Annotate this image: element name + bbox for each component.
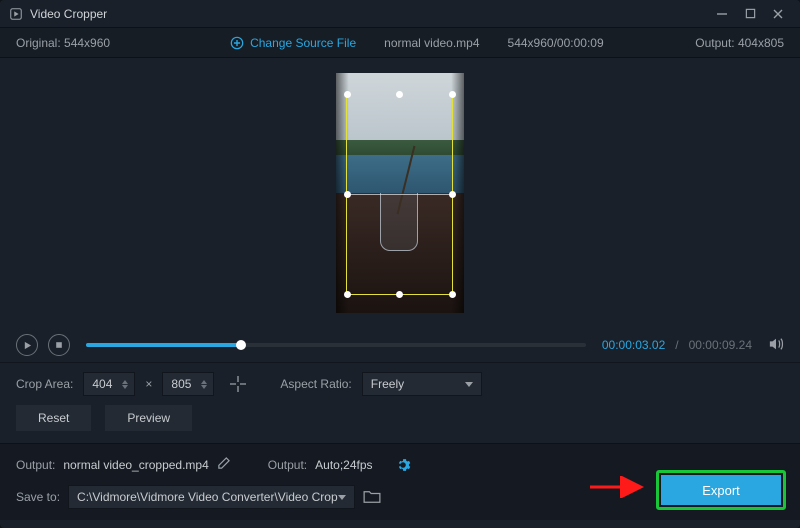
change-source-button[interactable]: Change Source File: [230, 36, 356, 50]
output-settings-label: Output:: [268, 458, 307, 472]
maximize-button[interactable]: [736, 2, 764, 26]
original-dimensions: Original: 544x960: [16, 36, 110, 50]
source-filename: normal video.mp4: [384, 36, 479, 50]
crop-area-label: Crop Area:: [16, 377, 73, 391]
source-dimensions: 544x960/00:00:09: [508, 36, 604, 50]
crop-height-input[interactable]: 805: [162, 372, 214, 396]
output-settings-value: Auto;24fps: [315, 458, 372, 472]
change-source-label: Change Source File: [250, 36, 356, 50]
playback-bar: 00:00:03.02 / 00:00:09.24: [0, 328, 800, 362]
edit-filename-icon[interactable]: [217, 457, 230, 473]
time-duration: 00:00:09.24: [689, 338, 752, 352]
open-folder-icon[interactable]: [363, 490, 381, 504]
aspect-ratio-label: Aspect Ratio:: [280, 377, 351, 391]
chevron-down-icon: [465, 382, 473, 387]
seek-thumb[interactable]: [236, 340, 246, 350]
reset-button[interactable]: Reset: [16, 405, 91, 431]
volume-icon[interactable]: [768, 337, 784, 354]
export-highlight: Export: [656, 470, 786, 510]
save-to-label: Save to:: [16, 490, 60, 504]
output-file-label: Output:: [16, 458, 55, 472]
crop-controls: Crop Area: 404 × 805 Aspect Ratio: Freel…: [0, 362, 800, 443]
video-preview: [336, 73, 464, 313]
output-filename: normal video_cropped.mp4: [63, 458, 208, 472]
info-bar: Original: 544x960 Change Source File nor…: [0, 28, 800, 58]
aspect-ratio-select[interactable]: Freely: [362, 372, 482, 396]
chevron-down-icon: [338, 495, 346, 500]
height-stepper[interactable]: [201, 380, 209, 389]
play-button[interactable]: [16, 334, 38, 356]
video-canvas[interactable]: [0, 58, 800, 328]
seek-slider[interactable]: [86, 343, 586, 347]
stop-button[interactable]: [48, 334, 70, 356]
minimize-button[interactable]: [708, 2, 736, 26]
close-button[interactable]: [764, 2, 792, 26]
save-path-select[interactable]: C:\Vidmore\Vidmore Video Converter\Video…: [68, 485, 355, 509]
app-logo-icon: [8, 6, 24, 22]
output-panel: Output: normal video_cropped.mp4 Output:…: [0, 443, 800, 520]
center-crop-icon[interactable]: [224, 372, 252, 396]
multiply-icon: ×: [145, 377, 152, 391]
time-current: 00:00:03.02: [602, 338, 665, 352]
titlebar: Video Cropper: [0, 0, 800, 28]
preview-button[interactable]: Preview: [105, 405, 192, 431]
width-stepper[interactable]: [122, 380, 130, 389]
window-title: Video Cropper: [30, 7, 107, 21]
crop-width-input[interactable]: 404: [83, 372, 135, 396]
gear-icon[interactable]: [395, 457, 411, 473]
export-button[interactable]: Export: [661, 475, 781, 505]
time-sep: /: [675, 338, 678, 352]
output-dimensions: Output: 404x805: [695, 36, 784, 50]
